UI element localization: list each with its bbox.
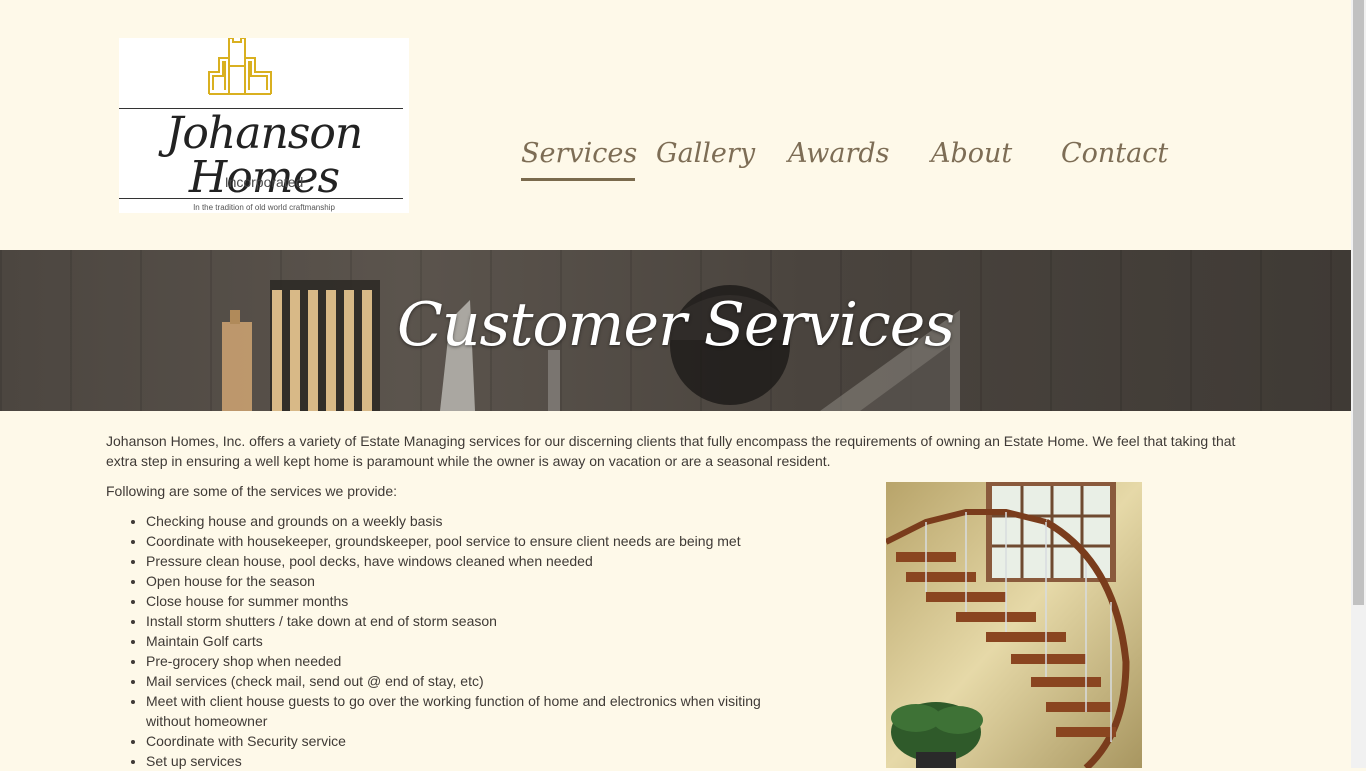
service-item: Meet with client house guests to go over… bbox=[146, 691, 806, 731]
page-title: Customer Services bbox=[396, 290, 955, 360]
staircase-image bbox=[886, 482, 1142, 768]
nav-services[interactable]: Services bbox=[521, 138, 637, 181]
service-item: Coordinate with housekeeper, groundskeep… bbox=[146, 531, 806, 551]
service-item: Checking house and grounds on a weekly b… bbox=[146, 511, 806, 531]
logo-subtitle: Incorporated bbox=[224, 174, 304, 190]
intro-paragraph: Johanson Homes, Inc. offers a variety of… bbox=[106, 433, 1236, 469]
service-item: Set up services bbox=[146, 751, 806, 771]
nav-contact[interactable]: Contact bbox=[1061, 138, 1168, 169]
johanson-homes-logo[interactable]: Johanson Homes Incorporated In the tradi… bbox=[119, 38, 409, 213]
logo-divider-bottom bbox=[119, 198, 403, 199]
services-list: Checking house and grounds on a weekly b… bbox=[106, 511, 806, 771]
site-header: Johanson Homes Incorporated In the tradi… bbox=[0, 0, 1351, 250]
service-item: Pre-grocery shop when needed bbox=[146, 651, 806, 671]
nav-awards[interactable]: Awards bbox=[788, 138, 890, 169]
house-outline-icon bbox=[208, 38, 272, 95]
service-item: Install storm shutters / take down at en… bbox=[146, 611, 806, 631]
service-item: Pressure clean house, pool decks, have w… bbox=[146, 551, 806, 571]
nav-about[interactable]: About bbox=[931, 138, 1012, 169]
service-item: Coordinate with Security service bbox=[146, 731, 806, 751]
service-item: Close house for summer months bbox=[146, 591, 806, 611]
service-item: Open house for the season bbox=[146, 571, 806, 591]
staircase-photo bbox=[886, 482, 1142, 768]
service-item: Maintain Golf carts bbox=[146, 631, 806, 651]
nav-gallery[interactable]: Gallery bbox=[656, 138, 755, 169]
hero-banner: Customer Services bbox=[0, 250, 1351, 411]
vertical-scrollbar[interactable] bbox=[1351, 0, 1366, 768]
scrollbar-thumb[interactable] bbox=[1353, 0, 1364, 605]
service-item: Mail services (check mail, send out @ en… bbox=[146, 671, 806, 691]
logo-tagline: In the tradition of old world craftmansh… bbox=[193, 203, 335, 212]
